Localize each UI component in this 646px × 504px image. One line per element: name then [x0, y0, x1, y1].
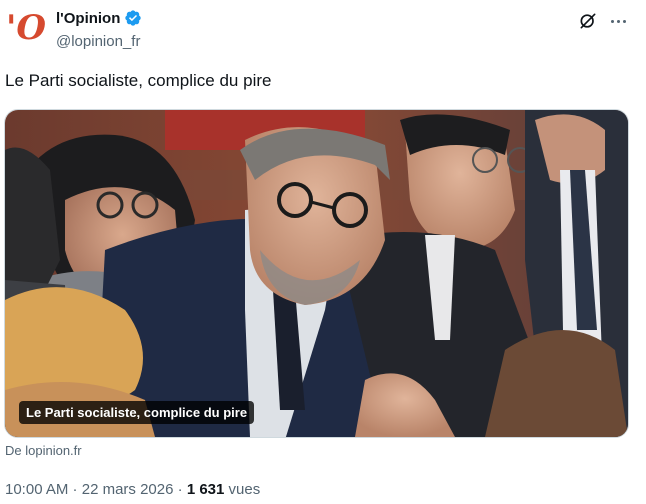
more-icon[interactable] [606, 10, 630, 32]
tweet-date[interactable]: 22 mars 2026 [82, 481, 174, 498]
account-handle[interactable]: @lopinion_fr [56, 33, 140, 50]
card-caption: Le Parti socialiste, complice du pire [19, 401, 255, 424]
meta-separator: · [173, 481, 187, 498]
meta-separator: · [68, 481, 82, 498]
avatar-logo: 'O [5, 8, 47, 48]
tweet-time[interactable]: 10:00 AM [5, 481, 68, 498]
views-count[interactable]: 1 631 [187, 481, 225, 498]
display-name[interactable]: l'Opinion [56, 10, 120, 27]
name-row: l'Opinion [56, 9, 142, 27]
tweet-text: Le Parti socialiste, complice du pire [5, 71, 272, 90]
link-card-image[interactable]: Le Parti socialiste, complice du pire [4, 109, 629, 438]
photo [5, 110, 628, 437]
views-label: vues [224, 481, 261, 498]
avatar[interactable]: 'O [5, 8, 47, 50]
grok-icon[interactable] [578, 11, 598, 31]
tweet-meta: 10:00 AM · 22 mars 2026 · 1 631 vues [5, 481, 260, 498]
card-source-link[interactable]: De lopinion.fr [5, 443, 82, 458]
verified-badge-icon [125, 10, 142, 26]
